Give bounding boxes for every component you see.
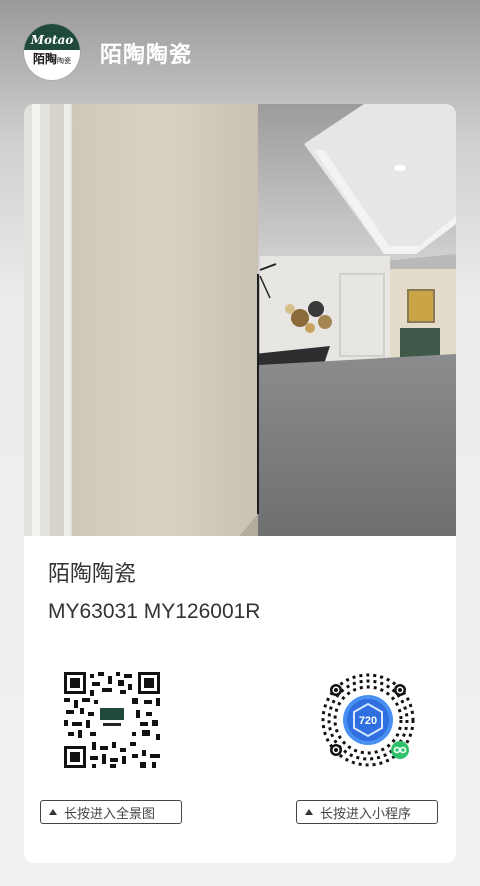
caret-up-icon [49,809,57,815]
enter-miniprogram-label: 长按进入小程序 [320,806,412,822]
interior-render-image [24,104,456,536]
brand-title: 陌陶陶瓷 [100,43,193,68]
mini-badge-text: 720 [359,715,377,727]
poster-card: 陌陶陶瓷 MY63031 MY126001R 720 长按进入全景图 长按进入小… [24,104,456,863]
interior-scene [24,104,456,536]
card-title: 陌陶陶瓷 [48,562,137,587]
logo-text-small: 陶瓷 [57,57,71,65]
mini-program-code-icon: 720 [319,671,417,769]
enter-panorama-label: 长按进入全景图 [64,806,156,822]
product-codes: MY63031 MY126001R [48,600,261,623]
logo-text-top: Motao [24,24,80,50]
enter-miniprogram-hint: 长按进入小程序 [296,800,438,824]
brand-logo: Motao 陌陶陶瓷 [24,24,80,80]
logo-text-main: 陌陶 [32,52,57,66]
miniprogram-code[interactable]: 720 [318,670,418,770]
qr-code-icon [62,670,162,770]
panorama-qr-code[interactable] [62,670,162,770]
enter-panorama-hint: 长按进入全景图 [40,800,182,824]
caret-up-icon [305,809,313,815]
logo-text-bottom: 陌陶陶瓷 [24,50,80,80]
header: Motao 陌陶陶瓷 陌陶陶瓷 [0,0,480,104]
